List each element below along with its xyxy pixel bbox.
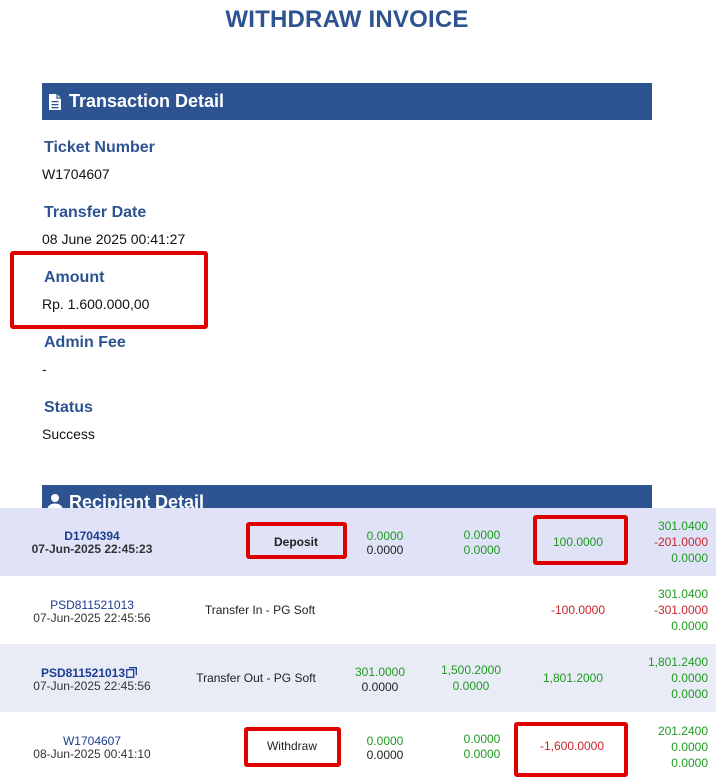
row-col2-bottom: 0.0000 [452, 679, 490, 693]
row-balance-3: 0.0000 [671, 551, 708, 565]
row-amount: 1,801.2000 [542, 671, 604, 685]
status-value: Success [42, 426, 95, 442]
row-type: Transfer Out - PG Soft [196, 671, 316, 685]
row-col2-bottom: 0.0000 [463, 543, 501, 557]
row-col1-bottom: 0.0000 [366, 748, 404, 762]
row-col2-bottom: 0.0000 [463, 747, 501, 761]
table-row: PSD811521013 07-Jun-2025 22:45:56 Transf… [0, 644, 716, 712]
row-amount: -100.0000 [550, 603, 606, 617]
amount-value: Rp. 1.600.000,00 [42, 296, 150, 312]
amount-label: Amount [44, 269, 105, 286]
deposit-amount-highlight-box [533, 515, 628, 565]
admin-fee-label: Admin Fee [44, 334, 126, 351]
deposit-highlight-box [246, 522, 347, 559]
row-col2-top: 1,500.2000 [440, 663, 502, 677]
withdraw-highlight-box [244, 727, 341, 767]
row-col2-top: 0.0000 [463, 732, 501, 746]
ticket-number-value: W1704607 [42, 166, 110, 182]
row-balance-1: 1,801.2400 [647, 655, 708, 669]
transaction-detail-header: Transaction Detail [42, 83, 652, 120]
row-date: 07-Jun-2025 22:45:23 [31, 542, 153, 556]
row-balance-3: 0.0000 [671, 756, 708, 770]
ticket-number-label: Ticket Number [44, 139, 155, 156]
row-col1-bottom: 0.0000 [366, 543, 404, 557]
row-date: 08-Jun-2025 00:41:10 [33, 747, 151, 761]
row-balance-3: 0.0000 [671, 687, 708, 701]
table-row: PSD811521013 07-Jun-2025 22:45:56 Transf… [0, 576, 716, 644]
document-icon [46, 92, 64, 112]
row-type: Transfer In - PG Soft [204, 603, 316, 617]
row-col1-bottom: 0.0000 [361, 680, 399, 694]
row-balance-3: 0.0000 [671, 619, 708, 633]
row-date: 07-Jun-2025 22:45:56 [33, 679, 151, 693]
page-title: WITHDRAW INVOICE [225, 6, 469, 33]
row-balance-2: -301.0000 [653, 603, 708, 617]
transfer-date-value: 08 June 2025 00:41:27 [42, 231, 186, 247]
row-date: 07-Jun-2025 22:45:56 [33, 611, 151, 625]
row-balance-1: 301.0400 [657, 587, 708, 601]
row-balance-2: 0.0000 [671, 671, 708, 685]
row-balance-1: 301.0400 [657, 519, 708, 533]
withdraw-amount-highlight-box [514, 722, 628, 777]
amount-highlight-box [10, 251, 208, 329]
admin-fee-value: - [42, 361, 47, 377]
row-balance-2: -201.0000 [653, 535, 708, 549]
row-balance-2: 0.0000 [671, 740, 708, 754]
transaction-detail-label: Transaction Detail [69, 91, 225, 111]
row-col1-top: 301.0000 [354, 665, 406, 679]
transfer-date-label: Transfer Date [44, 204, 147, 221]
row-col2-top: 0.0000 [463, 528, 501, 542]
status-label: Status [44, 399, 93, 416]
row-balance-1: 201.2400 [657, 724, 708, 738]
